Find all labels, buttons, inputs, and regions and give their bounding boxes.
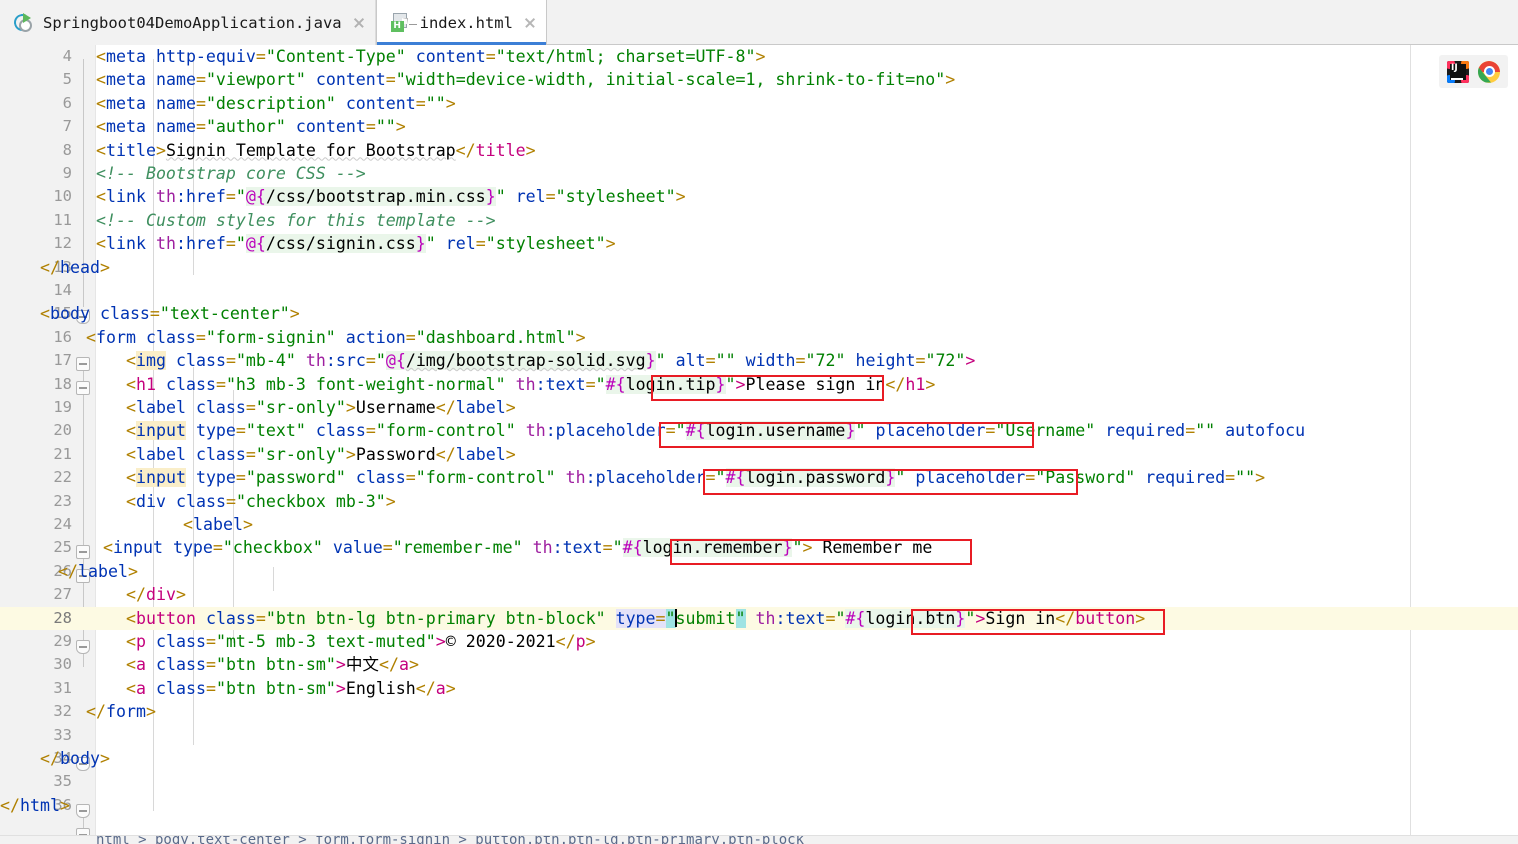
- line-number: 33: [0, 724, 72, 747]
- line-number: 23: [0, 490, 72, 513]
- code-line[interactable]: 23<div class="checkbox mb-3">: [0, 490, 1518, 513]
- code-line[interactable]: 29<p class="mt-5 mb-3 text-muted">© 2020…: [0, 630, 1518, 653]
- code-line[interactable]: 20<input type="text" class="form-control…: [0, 419, 1518, 442]
- browser-preview-toolbar[interactable]: IJ: [1439, 55, 1508, 88]
- code-line[interactable]: 11<!-- Custom styles for this template -…: [0, 209, 1518, 232]
- close-icon[interactable]: [523, 16, 537, 30]
- tab-label: index.html: [420, 14, 513, 32]
- code-line[interactable]: 6<meta name="description" content="">: [0, 92, 1518, 115]
- code-line[interactable]: 19<label class="sr-only">Username</label…: [0, 396, 1518, 419]
- line-number: 7: [0, 115, 72, 138]
- line-number: 24: [0, 513, 72, 536]
- editor-tab-bar: Springboot04DemoApplication.java H index…: [0, 0, 1518, 45]
- line-number: 35: [0, 770, 72, 793]
- line-number: 9: [0, 162, 72, 185]
- line-number: 22: [0, 466, 72, 489]
- java-class-icon: [14, 13, 34, 33]
- code-editor[interactable]: 4<meta http-equiv="Content-Type" content…: [0, 45, 1518, 844]
- code-line[interactable]: 26</label>: [0, 560, 1518, 583]
- code-line[interactable]: 32</form>: [0, 700, 1518, 723]
- code-line[interactable]: 25<input type="checkbox" value="remember…: [0, 536, 1518, 559]
- code-line[interactable]: 18<h1 class="h3 mb-3 font-weight-normal"…: [0, 373, 1518, 396]
- code-line[interactable]: 35: [0, 770, 1518, 793]
- line-number: 18: [0, 373, 72, 396]
- line-number: 19: [0, 396, 72, 419]
- code-line[interactable]: 30<a class="btn btn-sm">中文</a>: [0, 653, 1518, 676]
- code-line[interactable]: 7<meta name="author" content="">: [0, 115, 1518, 138]
- code-line[interactable]: 17<img class="mb-4" th:src="@{/img/boots…: [0, 349, 1518, 372]
- close-icon[interactable]: [352, 16, 366, 30]
- line-number: 21: [0, 443, 72, 466]
- code-line[interactable]: 16<form class="form-signin" action="dash…: [0, 326, 1518, 349]
- tab-label: Springboot04DemoApplication.java: [43, 14, 342, 32]
- code-line[interactable]: 5<meta name="viewport" content="width=de…: [0, 68, 1518, 91]
- line-number: 6: [0, 92, 72, 115]
- line-number: 17: [0, 349, 72, 372]
- code-line[interactable]: 22<input type="password" class="form-con…: [0, 466, 1518, 489]
- line-number: 25: [0, 536, 72, 559]
- code-line[interactable]: 24<label>: [0, 513, 1518, 536]
- line-number: 12: [0, 232, 72, 255]
- code-line[interactable]: 14: [0, 279, 1518, 302]
- code-line[interactable]: 10<link th:href="@{/css/bootstrap.min.cs…: [0, 185, 1518, 208]
- line-number: 31: [0, 677, 72, 700]
- html-file-icon: H: [391, 13, 411, 33]
- code-line[interactable]: 33: [0, 724, 1518, 747]
- line-number: 8: [0, 139, 72, 162]
- code-line[interactable]: 36</html>: [0, 794, 1518, 817]
- code-line[interactable]: 21<label class="sr-only">Password</label…: [0, 443, 1518, 466]
- code-line[interactable]: 31<a class="btn btn-sm">English</a>: [0, 677, 1518, 700]
- code-line[interactable]: 27</div>: [0, 583, 1518, 606]
- line-number: 27: [0, 583, 72, 606]
- code-line[interactable]: 4<meta http-equiv="Content-Type" content…: [0, 45, 1518, 68]
- chrome-preview-icon[interactable]: [1478, 61, 1500, 83]
- line-number: 16: [0, 326, 72, 349]
- code-line[interactable]: 13</head>: [0, 256, 1518, 279]
- intellij-idea-preview-icon[interactable]: IJ: [1447, 61, 1469, 83]
- tab-springboot04demoapplication-java[interactable]: Springboot04DemoApplication.java: [0, 0, 376, 45]
- line-number: 11: [0, 209, 72, 232]
- line-number: 10: [0, 185, 72, 208]
- line-number: 14: [0, 279, 72, 302]
- line-number: 32: [0, 700, 72, 723]
- line-number: 29: [0, 630, 72, 653]
- breadcrumb[interactable]: html > body.text-center > form.form-sign…: [0, 835, 1518, 844]
- tab-index-html[interactable]: H index.html: [376, 0, 547, 45]
- code-line[interactable]: 15<body class="text-center">: [0, 302, 1518, 325]
- line-number: 4: [0, 45, 72, 68]
- code-line[interactable]: 8<title>Signin Template for Bootstrap</t…: [0, 139, 1518, 162]
- code-line[interactable]: 12<link th:href="@{/css/signin.css}" rel…: [0, 232, 1518, 255]
- code-line[interactable]: 34</body>: [0, 747, 1518, 770]
- line-number: 28: [0, 607, 72, 630]
- code-line[interactable]: 9<!-- Bootstrap core CSS -->: [0, 162, 1518, 185]
- code-line-current[interactable]: 28<button class="btn btn-lg btn-primary …: [0, 607, 1518, 630]
- line-number: 20: [0, 419, 72, 442]
- line-number: 30: [0, 653, 72, 676]
- line-number: 5: [0, 68, 72, 91]
